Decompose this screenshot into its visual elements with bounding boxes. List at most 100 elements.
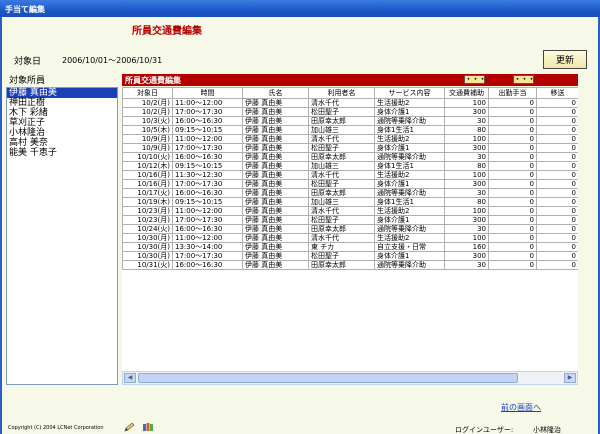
staff-list-item[interactable]: 能美 千恵子 bbox=[7, 148, 117, 158]
ellipsis-button-2[interactable]: ・・・ bbox=[513, 75, 535, 84]
table-cell[interactable]: 0 bbox=[536, 152, 578, 162]
column-header: 移送 bbox=[536, 87, 578, 99]
table-cell[interactable]: 0 bbox=[488, 98, 537, 108]
table-cell[interactable]: 0 bbox=[536, 125, 578, 135]
pencil-icon[interactable] bbox=[123, 422, 135, 432]
table-row[interactable]: 10/17(火) 16:00～16:30 伊藤 真由美 田原幸太郎 通院等乗降介助 30 0… bbox=[122, 188, 578, 198]
table-row[interactable]: 10/16(月) 17:00～17:30 伊藤 真由美 松田聖子 身体介護1 300 0 0 bbox=[122, 179, 578, 189]
table-cell[interactable]: 30 bbox=[444, 260, 489, 270]
table-cell[interactable]: 0 bbox=[536, 215, 578, 225]
table-cell[interactable]: 0 bbox=[536, 251, 578, 261]
table-cell[interactable]: 0 bbox=[488, 125, 537, 135]
table-cell[interactable]: 0 bbox=[536, 161, 578, 171]
table-cell[interactable]: 0 bbox=[536, 260, 578, 270]
table-row[interactable]: 10/10(火) 16:00～16:30 伊藤 真由美 田原幸太郎 通院等乗降介助 30 0… bbox=[122, 152, 578, 162]
table-cell[interactable]: 0 bbox=[488, 206, 537, 216]
staff-list-item[interactable]: 草刈正子 bbox=[7, 118, 117, 128]
footer: Copyright (C) 2004 LCNet Corporation ログイ… bbox=[2, 421, 598, 434]
table-row[interactable]: 10/24(火) 16:00～16:30 伊藤 真由美 田原幸太郎 通院等乗降介助 30 0… bbox=[122, 224, 578, 234]
table-cell[interactable]: 300 bbox=[444, 251, 489, 261]
table-row[interactable]: 10/19(木) 09:15～10:15 伊藤 真由美 加山雄三 身体1生活1 80 0 0 bbox=[122, 197, 578, 207]
table-cell: 13:30～14:00 bbox=[172, 242, 243, 252]
table-cell[interactable]: 0 bbox=[536, 197, 578, 207]
table-row[interactable]: 10/30(月) 17:00～17:30 伊藤 真由美 松田聖子 身体介護1 300 0 0 bbox=[122, 251, 578, 261]
table-cell[interactable]: 80 bbox=[444, 125, 489, 135]
table-row[interactable]: 10/9(月) 11:00～12:00 伊藤 真由美 清水千代 生活援助2 100 0 0 bbox=[122, 134, 578, 144]
table-row[interactable]: 10/5(木) 09:15～10:15 伊藤 真由美 加山雄三 身体1生活1 80 0 0 bbox=[122, 125, 578, 135]
table-cell[interactable]: 100 bbox=[444, 98, 489, 108]
table-cell[interactable]: 0 bbox=[488, 134, 537, 144]
table-cell[interactable]: 0 bbox=[536, 242, 578, 252]
table-cell[interactable]: 0 bbox=[488, 224, 537, 234]
table-cell[interactable]: 0 bbox=[536, 179, 578, 189]
staff-list-item[interactable]: 高村 美奈 bbox=[7, 138, 117, 148]
horizontal-scrollbar[interactable]: ◀ ▶ bbox=[122, 371, 578, 385]
table-cell[interactable]: 160 bbox=[444, 242, 489, 252]
table-cell[interactable]: 30 bbox=[444, 224, 489, 234]
table-cell[interactable]: 0 bbox=[488, 233, 537, 243]
table-cell[interactable]: 0 bbox=[488, 152, 537, 162]
table-cell[interactable]: 80 bbox=[444, 161, 489, 171]
ellipsis-button-1[interactable]: ・・・ bbox=[464, 75, 486, 84]
table-row[interactable]: 10/16(月) 11:30～12:30 伊藤 真由美 清水千代 生活援助2 100 0 0 bbox=[122, 170, 578, 180]
table-cell[interactable]: 100 bbox=[444, 233, 489, 243]
table-cell[interactable]: 0 bbox=[488, 107, 537, 117]
table-cell[interactable]: 0 bbox=[536, 206, 578, 216]
table-cell[interactable]: 0 bbox=[488, 197, 537, 207]
update-button[interactable]: 更新 bbox=[543, 50, 587, 69]
table-cell[interactable]: 0 bbox=[536, 134, 578, 144]
table-row[interactable]: 10/30(月) 11:00～12:00 伊藤 真由美 清水千代 生活援助2 100 0 0 bbox=[122, 233, 578, 243]
table-cell[interactable]: 0 bbox=[536, 98, 578, 108]
staff-list-item[interactable]: 小林隆治 bbox=[7, 128, 117, 138]
table-cell[interactable]: 30 bbox=[444, 152, 489, 162]
table-cell[interactable]: 0 bbox=[536, 107, 578, 117]
table-cell[interactable]: 0 bbox=[536, 224, 578, 234]
scroll-thumb[interactable] bbox=[138, 373, 518, 383]
staff-list-item[interactable]: 神田正樹 bbox=[7, 98, 117, 108]
table-cell[interactable]: 0 bbox=[536, 116, 578, 126]
table-cell[interactable]: 0 bbox=[488, 143, 537, 153]
table-row[interactable]: 10/23(月) 17:00～17:30 伊藤 真由美 松田聖子 身体介護1 300 0 0 bbox=[122, 215, 578, 225]
table-cell[interactable]: 0 bbox=[488, 116, 537, 126]
table-cell[interactable]: 0 bbox=[488, 161, 537, 171]
table-row[interactable]: 10/2(月) 11:00～12:00 伊藤 真由美 清水千代 生活援助2 100 0 0 bbox=[122, 98, 578, 108]
table-cell[interactable]: 0 bbox=[488, 251, 537, 261]
grid-header-row: 対象日 時間 氏名 利用者名 サービス内容 交通費補助 出勤手当 移送 bbox=[122, 87, 578, 99]
table-cell[interactable]: 100 bbox=[444, 170, 489, 180]
table-cell[interactable]: 100 bbox=[444, 134, 489, 144]
back-link[interactable]: 前の画面へ bbox=[501, 402, 541, 413]
scroll-right-icon[interactable]: ▶ bbox=[564, 373, 576, 383]
table-row[interactable]: 10/12(木) 09:15～10:15 伊藤 真由美 加山雄三 身体1生活1 80 0 0 bbox=[122, 161, 578, 171]
table-row[interactable]: 10/30(月) 13:30～14:00 伊藤 真由美東 チカ 自立支援・日常 160 0… bbox=[122, 242, 578, 252]
table-cell[interactable]: 0 bbox=[536, 188, 578, 198]
table-cell[interactable]: 300 bbox=[444, 215, 489, 225]
table-cell[interactable]: 0 bbox=[536, 233, 578, 243]
table-cell[interactable]: 0 bbox=[536, 170, 578, 180]
table-row[interactable]: 10/31(火) 16:00～16:30 伊藤 真由美 田原幸太郎 通院等乗降介助 30 0… bbox=[122, 260, 578, 270]
table-cell[interactable]: 0 bbox=[536, 143, 578, 153]
table-cell: 加山雄三 bbox=[308, 125, 375, 135]
table-cell: 11:30～12:30 bbox=[172, 170, 243, 180]
table-row[interactable]: 10/23(月) 11:00～12:00 伊藤 真由美 清水千代 生活援助2 100 0 0 bbox=[122, 206, 578, 216]
table-cell[interactable]: 0 bbox=[488, 215, 537, 225]
scroll-left-icon[interactable]: ◀ bbox=[124, 373, 136, 383]
table-cell[interactable]: 300 bbox=[444, 179, 489, 189]
table-cell[interactable]: 0 bbox=[488, 260, 537, 270]
table-row[interactable]: 10/3(火) 16:00～16:30 伊藤 真由美 田原幸太郎 通院等乗降介助 30 0 0 bbox=[122, 116, 578, 126]
table-cell[interactable]: 0 bbox=[488, 179, 537, 189]
table-cell[interactable]: 80 bbox=[444, 197, 489, 207]
table-cell[interactable]: 30 bbox=[444, 188, 489, 198]
table-cell[interactable]: 100 bbox=[444, 206, 489, 216]
staff-listbox[interactable]: 伊藤 真由美 神田正樹 木下 彩緒 草刈正子 小林隆治 高村 美奈 能美 千恵子 bbox=[6, 87, 118, 385]
book-icon[interactable] bbox=[142, 422, 154, 432]
table-cell[interactable]: 30 bbox=[444, 116, 489, 126]
staff-list-item[interactable]: 伊藤 真由美 bbox=[7, 88, 117, 98]
staff-list-item[interactable]: 木下 彩緒 bbox=[7, 108, 117, 118]
table-cell[interactable]: 0 bbox=[488, 188, 537, 198]
table-cell[interactable]: 0 bbox=[488, 242, 537, 252]
table-row[interactable]: 10/9(月) 17:00～17:30 伊藤 真由美 松田聖子 身体介護1 300 0 0 bbox=[122, 143, 578, 153]
table-cell[interactable]: 300 bbox=[444, 143, 489, 153]
table-cell[interactable]: 0 bbox=[488, 170, 537, 180]
table-row[interactable]: 10/2(月) 17:00～17:30 伊藤 真由美 松田聖子 身体介護1 300 0 0 bbox=[122, 107, 578, 117]
table-cell[interactable]: 300 bbox=[444, 107, 489, 117]
